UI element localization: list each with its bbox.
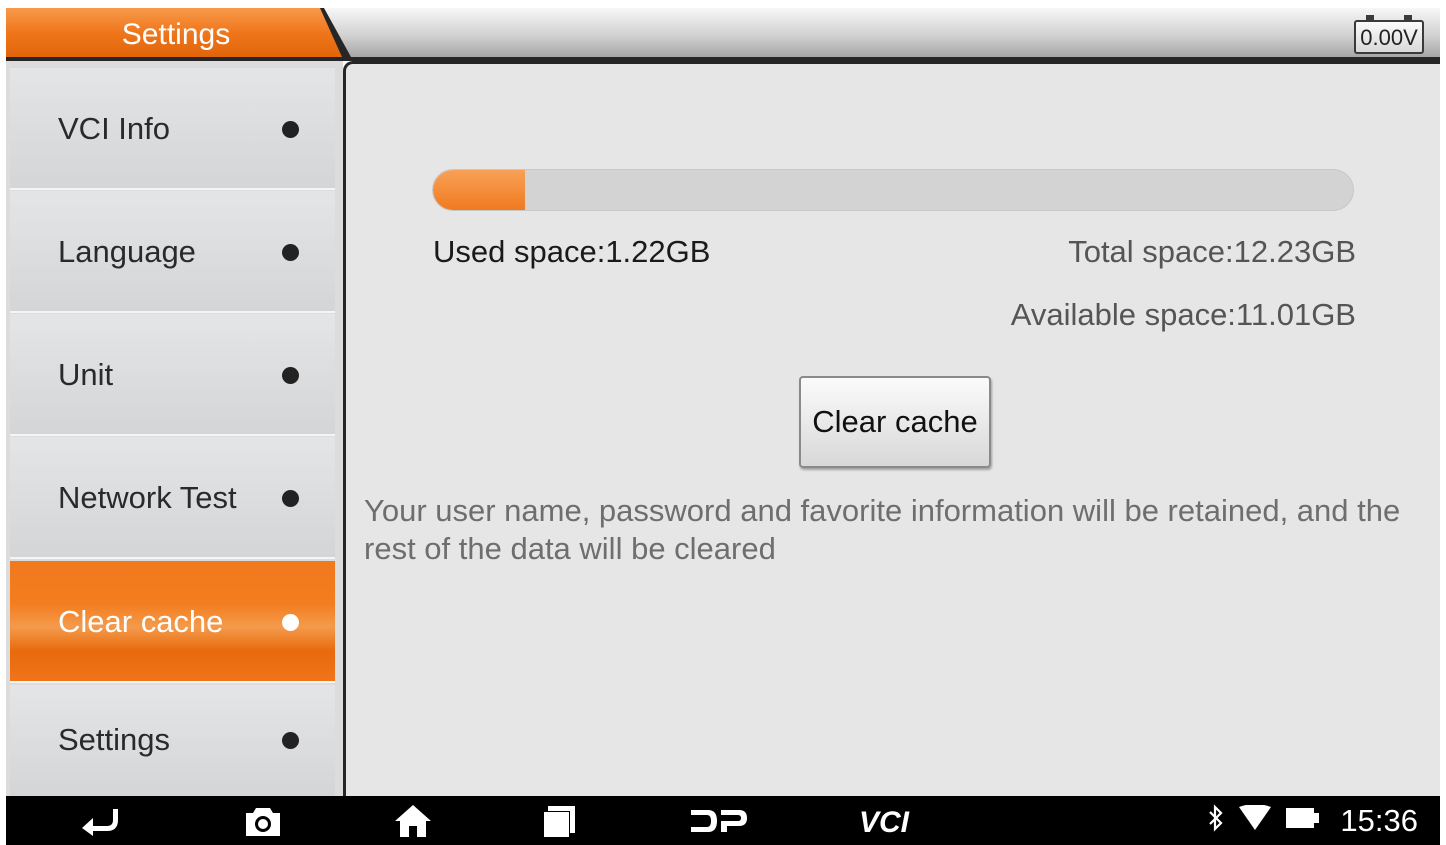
bullet-dot-icon bbox=[282, 121, 299, 138]
storage-usage-fill bbox=[433, 170, 525, 210]
sidebar-item-label: VCI Info bbox=[58, 111, 170, 146]
sidebar-item-label: Unit bbox=[58, 357, 114, 392]
title-bar: Settings 0.00V bbox=[6, 8, 1440, 61]
storage-usage-bar bbox=[432, 169, 1354, 211]
page-title: Settings bbox=[121, 18, 231, 51]
navigation-bar: VCI 15:36 bbox=[6, 796, 1440, 845]
sidebar-item-label: Network Test bbox=[58, 480, 237, 515]
status-clock: 15:36 bbox=[1340, 802, 1418, 838]
sidebar-item-vci-info[interactable]: VCI Info bbox=[10, 68, 335, 190]
camera-icon[interactable] bbox=[245, 796, 281, 845]
clear-cache-button[interactable]: Clear cache bbox=[799, 376, 991, 468]
home-icon[interactable] bbox=[394, 796, 432, 845]
sidebar: VCI Info Language Unit Network Test Clea… bbox=[6, 61, 343, 796]
clear-cache-notice: Your user name, password and favorite in… bbox=[364, 493, 1401, 566]
available-space-label: Available space:11.01GB bbox=[1010, 297, 1356, 332]
bluetooth-icon bbox=[1208, 804, 1224, 837]
sidebar-item-label: Language bbox=[58, 234, 196, 269]
recent-apps-icon[interactable] bbox=[542, 796, 576, 845]
voltage-indicator: 0.00V bbox=[1354, 15, 1424, 54]
dp-icon[interactable] bbox=[690, 796, 748, 845]
battery-icon bbox=[1286, 807, 1320, 834]
bullet-dot-icon bbox=[282, 244, 299, 261]
svg-text:VCI: VCI bbox=[859, 807, 910, 835]
storage-panel: Used space:1.22GB Total space:12.23GB Av… bbox=[343, 61, 1440, 796]
sidebar-item-label: Clear cache bbox=[58, 604, 224, 639]
status-area: 15:36 bbox=[1208, 796, 1418, 845]
title-tab: Settings bbox=[6, 8, 351, 57]
vci-icon[interactable]: VCI bbox=[858, 796, 924, 845]
sidebar-item-unit[interactable]: Unit bbox=[10, 314, 335, 436]
bullet-dot-icon bbox=[282, 732, 299, 749]
sidebar-item-label: Settings bbox=[58, 722, 171, 757]
used-space-label: Used space:1.22GB bbox=[433, 234, 711, 269]
bullet-dot-icon bbox=[282, 490, 299, 507]
total-space-label: Total space:12.23GB bbox=[1068, 234, 1356, 269]
back-icon[interactable] bbox=[80, 796, 120, 845]
wifi-icon bbox=[1238, 804, 1272, 836]
sidebar-item-clear-cache[interactable]: Clear cache bbox=[10, 561, 335, 683]
bullet-dot-icon bbox=[282, 367, 299, 384]
bullet-dot-icon bbox=[282, 614, 299, 631]
sidebar-item-network-test[interactable]: Network Test bbox=[10, 437, 335, 559]
sidebar-item-language[interactable]: Language bbox=[10, 191, 335, 313]
sidebar-item-settings[interactable]: Settings bbox=[10, 685, 335, 796]
